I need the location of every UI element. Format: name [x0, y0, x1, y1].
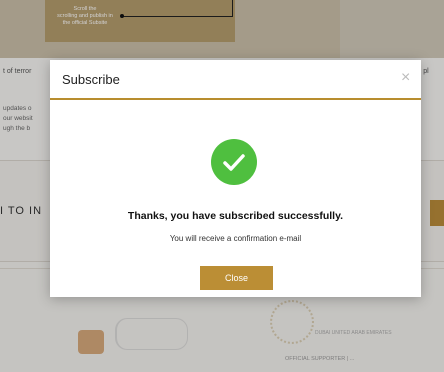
dialog-title: Subscribe: [62, 72, 120, 87]
dialog-header: Subscribe ×: [50, 60, 421, 98]
close-icon[interactable]: ×: [401, 69, 410, 87]
confirmation-note: You will receive a confirmation e-mail: [169, 234, 302, 243]
success-message: Thanks, you have subscribed successfully…: [127, 210, 344, 222]
header-divider: [50, 98, 421, 100]
check-circle-icon: [211, 139, 257, 185]
subscribe-dialog: Subscribe × Thanks, you have subscribed …: [50, 60, 421, 297]
close-button[interactable]: Close: [200, 266, 273, 290]
